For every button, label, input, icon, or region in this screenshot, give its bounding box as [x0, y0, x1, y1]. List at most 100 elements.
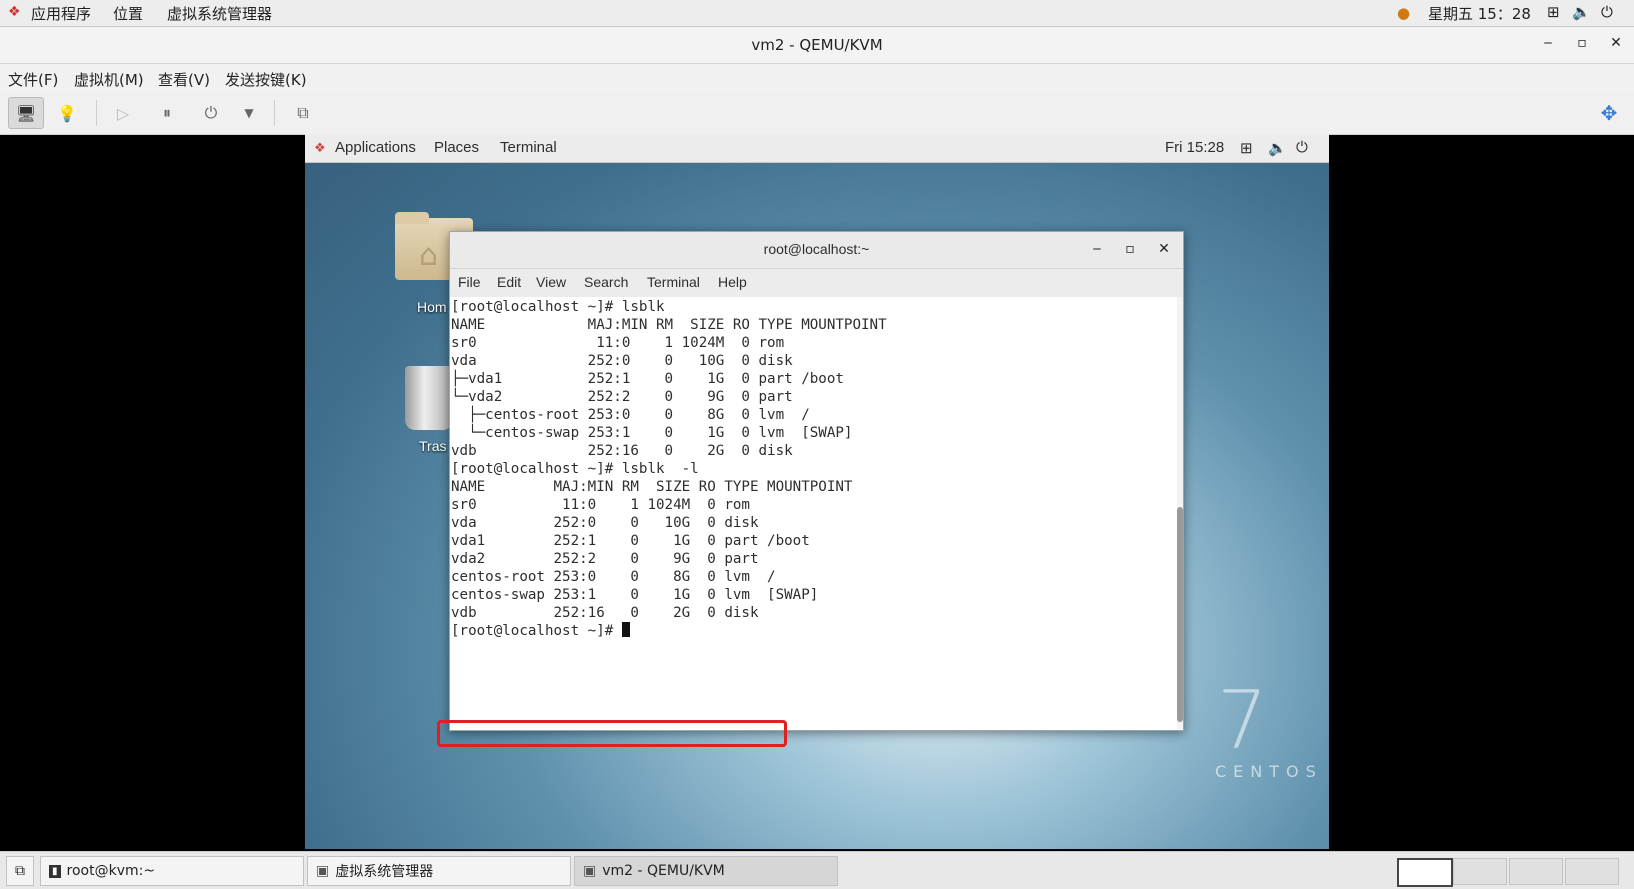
qemu-app-icon: ▣ — [583, 863, 597, 879]
terminal-app-icon: ▮ — [49, 864, 61, 878]
toolbar-separator — [96, 100, 97, 126]
fullscreen-icon[interactable]: ✥ — [1594, 99, 1624, 127]
qemu-titlebar[interactable]: vm2 - QEMU/KVM ‒ ▫ ✕ — [0, 27, 1634, 64]
snapshots-icon[interactable]: ⧉ — [288, 99, 318, 127]
terminal-menu-file[interactable]: File — [458, 274, 481, 290]
terminal-line: NAME MAJ:MIN RM SIZE RO TYPE MOUNTPOINT — [451, 317, 887, 333]
shutdown-dropdown-icon[interactable]: ▼ — [234, 99, 264, 127]
terminal-menu-view[interactable]: View — [536, 274, 566, 290]
terminal-line: ├─vda1 252:1 0 1G 0 part /boot — [451, 371, 844, 387]
terminal-scrollbar[interactable] — [1177, 297, 1183, 729]
qemu-toolbar: 🖥 💡 ▷ ⏸ ⏻ ▼ ⧉ ✥ — [0, 92, 1634, 135]
qemu-menubar: 文件(F) 虚拟机(M) 查看(V) 发送按键(K) — [0, 64, 1634, 92]
terminal-line: vda2 252:2 0 9G 0 part — [451, 551, 759, 567]
host-taskbar: ⧉ ▮ root@kvm:~ ▣ 虚拟系统管理器 ▣ vm2 - QEMU/KV… — [0, 851, 1634, 889]
host-vmm-launcher[interactable]: 虚拟系统管理器 — [167, 3, 272, 24]
status-indicator-icon[interactable]: ● — [1397, 4, 1410, 22]
terminal-line: vda 252:0 0 10G 0 disk — [451, 515, 759, 531]
terminal-prompt: [root@localhost ~]# — [451, 623, 622, 639]
taskbar-item-terminal[interactable]: ▮ root@kvm:~ — [40, 856, 304, 886]
terminal-line: centos-root 253:0 0 8G 0 lvm / — [451, 569, 776, 585]
terminal-titlebar[interactable]: root@localhost:~ ‒ ▫ ✕ — [450, 232, 1183, 269]
guest-display[interactable]: ❖ Applications Places Terminal Fri 15:28… — [305, 134, 1329, 849]
details-bulb-icon[interactable]: 💡 — [52, 99, 82, 127]
terminal-line: sr0 11:0 1 1024M 0 rom — [451, 497, 750, 513]
host-places-menu[interactable]: 位置 — [113, 3, 143, 24]
console-view-icon[interactable]: 🖥 — [8, 97, 44, 129]
host-applications-menu[interactable]: 应用程序 — [31, 3, 91, 24]
guest-top-panel: ❖ Applications Places Terminal Fri 15:28… — [305, 134, 1329, 163]
host-top-panel: ❖ 应用程序 位置 虚拟系统管理器 ● 星期五 15：28 ⊞ 🔈 ⏻ — [0, 0, 1634, 27]
terminal-prompt-line[interactable]: [root@localhost ~]# — [451, 622, 1175, 640]
terminal-window[interactable]: root@localhost:~ ‒ ▫ ✕ File Edit View Se… — [437, 231, 1184, 747]
terminal-line: vdb 252:16 0 2G 0 disk — [451, 605, 759, 621]
terminal-line: NAME MAJ:MIN RM SIZE RO TYPE MOUNTPOINT — [451, 479, 853, 495]
guest-clock[interactable]: Fri 15:28 — [1165, 139, 1224, 156]
taskbar-item-qemu[interactable]: ▣ vm2 - QEMU/KVM — [574, 856, 838, 886]
guest-places-menu[interactable]: Places — [434, 139, 479, 156]
guest-apps-icon[interactable]: ❖ — [314, 140, 326, 156]
terminal-cursor — [621, 622, 630, 637]
taskbar-item-vmm[interactable]: ▣ 虚拟系统管理器 — [307, 856, 571, 886]
terminal-lines: [root@localhost ~]# lsblk NAME MAJ:MIN RM… — [451, 298, 1175, 622]
power-icon[interactable]: ⏻ — [1601, 3, 1613, 21]
taskbar-item-label: vm2 - QEMU/KVM — [602, 863, 725, 879]
guest-applications-menu[interactable]: Applications — [335, 139, 416, 156]
terminal-menu-terminal[interactable]: Terminal — [647, 274, 700, 290]
workspace-2[interactable] — [1453, 858, 1507, 885]
centos-logo-word: CENTOS — [1215, 762, 1323, 781]
taskbar-item-label: 虚拟系统管理器 — [335, 864, 434, 880]
menu-vm[interactable]: 虚拟机(M) — [74, 69, 144, 90]
terminal-close-button[interactable]: ✕ — [1154, 241, 1174, 257]
terminal-line: [root@localhost ~]# lsblk -l — [451, 461, 699, 477]
terminal-line: vda1 252:1 0 1G 0 part /boot — [451, 533, 810, 549]
trash-icon-label[interactable]: Tras — [419, 438, 446, 454]
guest-terminal-menu[interactable]: Terminal — [500, 139, 557, 156]
pause-icon[interactable]: ⏸ — [152, 99, 182, 127]
terminal-maximize-button[interactable]: ▫ — [1120, 241, 1140, 257]
centos-logo-number: 7 — [1217, 674, 1268, 767]
workspace-3[interactable] — [1509, 858, 1563, 885]
gnome-foot-icon[interactable]: ❖ — [8, 4, 21, 20]
terminal-output[interactable]: [root@localhost ~]# lsblk NAME MAJ:MIN RM… — [451, 297, 1175, 730]
terminal-menu-search[interactable]: Search — [584, 274, 628, 290]
maximize-button[interactable]: ▫ — [1572, 35, 1592, 51]
guest-power-icon[interactable]: ⏻ — [1296, 139, 1308, 156]
menu-view[interactable]: 查看(V) — [158, 69, 210, 90]
terminal-line: └─centos-swap 253:1 0 1G 0 lvm [SWAP] — [451, 425, 853, 441]
guest-volume-icon[interactable]: 🔈 — [1268, 139, 1287, 157]
toolbar-separator — [274, 100, 275, 126]
menu-file[interactable]: 文件(F) — [8, 69, 58, 90]
terminal-line: └─vda2 252:2 0 9G 0 part — [451, 389, 793, 405]
terminal-line: vda 252:0 0 10G 0 disk — [451, 353, 793, 369]
guest-network-icon[interactable]: ⊞ — [1240, 139, 1253, 157]
terminal-line: centos-swap 253:1 0 1G 0 lvm [SWAP] — [451, 587, 819, 603]
network-icon[interactable]: ⊞ — [1547, 3, 1560, 21]
trash-icon[interactable] — [405, 366, 453, 430]
terminal-menu-edit[interactable]: Edit — [497, 274, 521, 290]
terminal-line: [root@localhost ~]# lsblk — [451, 299, 665, 315]
workspace-4[interactable] — [1565, 858, 1619, 885]
show-desktop-button[interactable]: ⧉ — [6, 856, 34, 886]
workspace-1[interactable] — [1397, 858, 1453, 887]
home-icon-label[interactable]: Hom — [417, 299, 447, 315]
taskbar-item-label: root@kvm:~ — [66, 863, 156, 879]
host-clock[interactable]: 星期五 15：28 — [1428, 3, 1531, 24]
terminal-menu-help[interactable]: Help — [718, 274, 747, 290]
qemu-window-title: vm2 - QEMU/KVM — [751, 36, 883, 54]
volume-icon[interactable]: 🔈 — [1572, 3, 1591, 21]
terminal-line: vdb 252:16 0 2G 0 disk — [451, 443, 793, 459]
menu-send-key[interactable]: 发送按键(K) — [225, 69, 307, 90]
close-button[interactable]: ✕ — [1606, 35, 1626, 51]
terminal-title: root@localhost:~ — [763, 241, 870, 257]
run-icon[interactable]: ▷ — [108, 99, 138, 127]
terminal-menubar: File Edit View Search Terminal Help — [450, 269, 1183, 297]
minimize-button[interactable]: ‒ — [1538, 35, 1558, 51]
terminal-scrollbar-thumb[interactable] — [1177, 507, 1183, 722]
terminal-line: sr0 11:0 1 1024M 0 rom — [451, 335, 785, 351]
terminal-line: ├─centos-root 253:0 0 8G 0 lvm / — [451, 407, 810, 423]
shutdown-icon[interactable]: ⏻ — [196, 99, 226, 127]
vdb-highlight-box — [437, 720, 787, 747]
terminal-minimize-button[interactable]: ‒ — [1087, 241, 1107, 257]
vmm-app-icon: ▣ — [316, 863, 330, 879]
